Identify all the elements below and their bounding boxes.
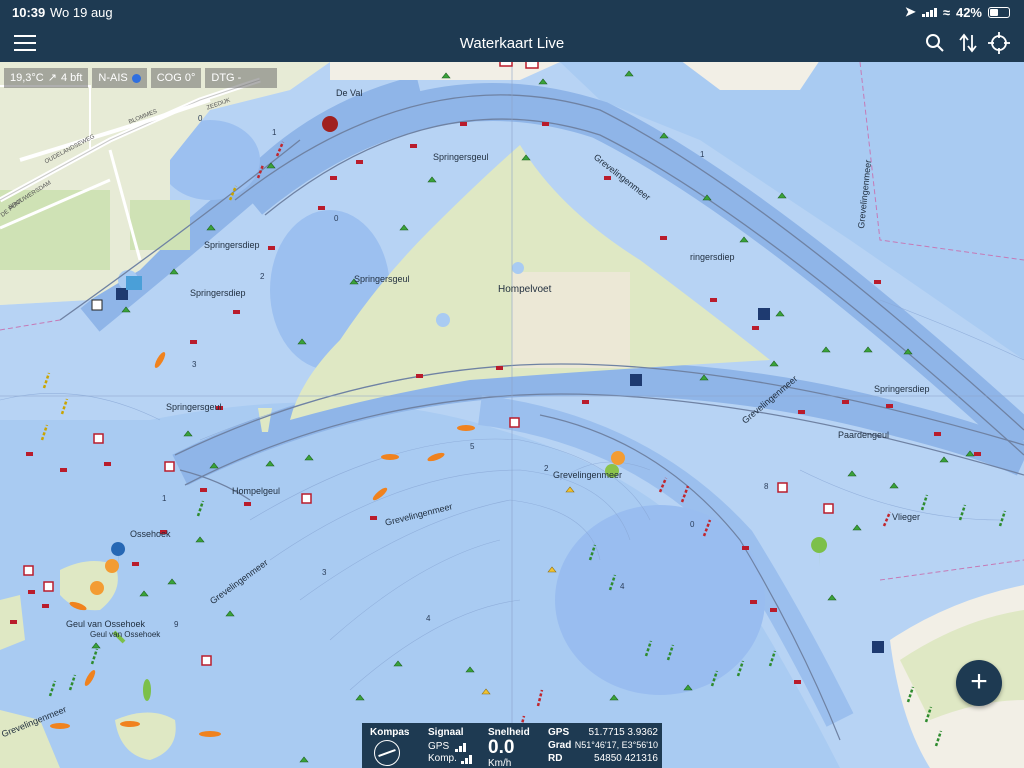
- search-icon: [926, 34, 944, 52]
- dtg-value: DTG -: [211, 72, 242, 84]
- compass-signal-label: Komp.: [428, 753, 457, 764]
- compass-signal-icon: [460, 754, 472, 764]
- wind-arrow-icon: ↗: [47, 72, 57, 84]
- ais-label: N-AIS: [98, 72, 128, 84]
- compass-heading: Kompas: [370, 727, 410, 738]
- depth-label: 1: [162, 494, 167, 503]
- temperature: 19,3°C: [10, 72, 44, 84]
- page-title: Waterkaart Live: [459, 35, 565, 52]
- label-springersdiep-rr: Springersdiep: [874, 384, 930, 394]
- search-button[interactable]: [922, 30, 948, 56]
- depth-label: 4: [620, 582, 625, 591]
- dtg-pill[interactable]: DTG -: [205, 68, 278, 88]
- depth-label: 0: [690, 520, 695, 529]
- depth-label: 9: [174, 620, 179, 629]
- battery-icon: [988, 6, 1010, 18]
- rd-coord-label: RD: [548, 753, 563, 764]
- label-paardengeul: Paardengeul: [838, 430, 890, 440]
- label-springersdiep-right: ringersdiep: [690, 252, 735, 262]
- compass-icon: [374, 740, 400, 766]
- depth-label: 2: [544, 464, 549, 473]
- depth-label: 3: [192, 360, 197, 369]
- locate-button[interactable]: [986, 30, 1012, 56]
- position-section: GPS 51.7715 3.9362 Grad N51°46'17, E3°56'1…: [548, 727, 658, 764]
- label-hompelgeul: Hompelgeul: [232, 486, 281, 496]
- label-de-val: De Val: [336, 88, 363, 98]
- wifi-icon: ≈: [942, 4, 950, 20]
- speed-value: 0.0: [488, 737, 515, 758]
- signal-icon: [921, 7, 937, 17]
- poi-orange-3: [105, 559, 119, 573]
- gps-signal-icon: [455, 742, 467, 752]
- status-bar: 10:39 Wo 19 aug ➤ ≈ 42%: [0, 0, 1024, 24]
- label-springersdiep-left1: Springersdiep: [204, 240, 260, 250]
- location-arrow-icon: ➤: [904, 4, 916, 19]
- depth-label: 3: [322, 568, 327, 577]
- depth-label: 2: [260, 272, 265, 281]
- depth-label: 5: [470, 442, 475, 451]
- status-right: ➤ ≈ 42%: [905, 4, 1010, 20]
- depth-label: 8: [764, 482, 769, 491]
- label-springersgeul-mid: Springersgeul: [354, 274, 410, 284]
- label-ossehoek: Ossehoek: [130, 529, 171, 539]
- crosshair-icon: [988, 32, 1010, 54]
- grad-coord-label: Grad: [548, 740, 572, 751]
- gps-coord-label: GPS: [548, 727, 570, 738]
- label-springersdiep-left2: Springersdiep: [190, 288, 246, 298]
- grad-coord-value: N51°46'17, E3°56'10: [574, 740, 658, 750]
- depth-label: 0: [198, 114, 203, 123]
- status-time: 10:39: [12, 5, 46, 20]
- navigation-bar: Waterkaart Live: [0, 24, 1024, 62]
- wind-force: 4 bft: [60, 72, 83, 84]
- gps-coord-value: 51.7715 3.9362: [588, 727, 658, 738]
- signal-heading: Signaal: [428, 727, 464, 738]
- depth-label: 4: [426, 614, 431, 623]
- instrument-panel[interactable]: Kompas Signaal GPS Komp. Snelheid 0.0 Km…: [362, 723, 662, 768]
- poi-orange-2: [90, 581, 104, 595]
- poi-orange: [611, 451, 625, 465]
- info-bar: 19,3°C ↗ 4 bft N-AIS COG 0° DTG -: [4, 68, 278, 88]
- signal-section: Signaal GPS Komp.: [428, 727, 472, 764]
- nautical-map[interactable]: De Val Springersgeul Springersdiep Sprin…: [0, 62, 1024, 768]
- cog-value: COG 0°: [156, 72, 196, 84]
- label-geul-ossehoek-2: Geul van Ossehoek: [90, 630, 161, 639]
- rd-coord-value: 54850 421316: [594, 753, 658, 764]
- depth-label: 1: [272, 128, 277, 137]
- status-date: Wo 19 aug: [50, 5, 113, 20]
- gps-signal-label: GPS: [428, 741, 450, 752]
- speed-unit: Km/h: [488, 758, 512, 768]
- label-springersgeul-low: Springersgeul: [166, 402, 222, 412]
- label-hompelvoet: Hompelvoet: [498, 284, 552, 295]
- battery-percent: 42%: [955, 4, 982, 20]
- label-springersgeul-top: Springersgeul: [433, 152, 489, 162]
- ais-status-icon: [131, 73, 141, 83]
- ais-pill[interactable]: N-AIS: [92, 68, 147, 88]
- lime-buoy: [143, 679, 151, 701]
- compass-section: Kompas: [370, 727, 409, 766]
- label-vlieger: Vlieger: [892, 512, 921, 522]
- depth-label: 1: [700, 150, 705, 159]
- label-geul-ossehoek: Geul van Ossehoek: [66, 619, 146, 629]
- add-button[interactable]: +: [956, 660, 1002, 706]
- weather-pill[interactable]: 19,3°C ↗ 4 bft: [4, 68, 89, 88]
- speed-section: Snelheid 0.0 Km/h: [488, 727, 530, 768]
- swap-arrows-icon: [959, 33, 977, 53]
- label-grevelingenmeer-c: Grevelingenmeer: [553, 470, 623, 480]
- cog-pill[interactable]: COG 0°: [150, 68, 202, 88]
- poi-red: [322, 116, 338, 132]
- depth-label: 0: [334, 214, 339, 223]
- sort-button[interactable]: [955, 30, 981, 56]
